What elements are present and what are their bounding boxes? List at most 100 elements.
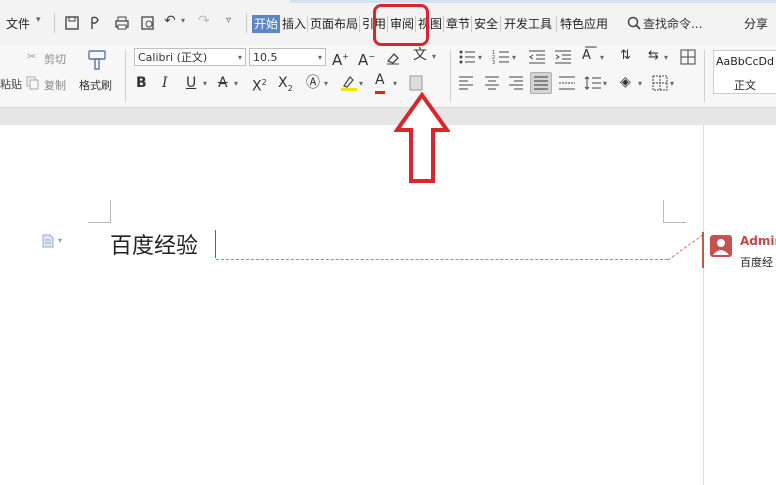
document-background xyxy=(0,108,776,125)
chevron-down-icon[interactable]: ▾ xyxy=(58,236,62,245)
print-icon[interactable] xyxy=(114,15,130,31)
change-case-icon[interactable]: A͞ xyxy=(582,46,591,66)
chevron-down-icon[interactable]: ▾ xyxy=(478,53,482,62)
font-color-icon[interactable]: A xyxy=(375,71,385,94)
tab-chapter[interactable]: 章节 xyxy=(446,15,470,33)
underline-button[interactable]: U xyxy=(186,73,196,93)
highlight-review-tab-box xyxy=(373,4,429,46)
character-border-icon[interactable] xyxy=(408,74,424,92)
menu-separator xyxy=(246,13,247,33)
italic-button[interactable]: I xyxy=(162,73,168,93)
save-icon[interactable] xyxy=(64,15,80,31)
text-cursor xyxy=(215,230,216,258)
copy-icon[interactable] xyxy=(26,76,40,90)
document-page[interactable] xyxy=(0,125,703,485)
format-painter-icon[interactable] xyxy=(86,48,108,72)
bold-button[interactable]: B xyxy=(136,73,147,93)
clear-format-icon[interactable] xyxy=(385,50,401,66)
decrease-indent-icon[interactable] xyxy=(528,49,546,65)
red-up-arrow-icon xyxy=(394,92,450,183)
chevron-down-icon[interactable]: ▾ xyxy=(324,79,328,88)
chevron-down-icon[interactable]: ▾ xyxy=(359,79,363,88)
line-spacing-icon[interactable] xyxy=(584,75,602,91)
format-painter-button[interactable]: 格式刷 xyxy=(79,77,112,93)
chevron-down-icon[interactable]: ▾ xyxy=(603,79,607,88)
comment-marker xyxy=(702,232,704,268)
paragraph-handle-icon[interactable] xyxy=(42,234,54,248)
phonetic-guide-icon[interactable]: 文 xyxy=(413,45,427,65)
align-right-icon[interactable] xyxy=(508,75,524,91)
numbered-list-icon[interactable]: 123 xyxy=(492,49,510,65)
tab-security[interactable]: 安全 xyxy=(474,15,498,33)
share-button[interactable]: 分享 xyxy=(744,15,768,32)
justify-icon[interactable] xyxy=(533,75,549,91)
comment-pane xyxy=(703,125,776,485)
comment-connector-line xyxy=(216,259,668,260)
chevron-down-icon[interactable]: ▾ xyxy=(600,53,604,62)
tab-separator xyxy=(443,16,444,32)
style-name: 正文 xyxy=(734,79,756,92)
align-center-icon[interactable] xyxy=(484,75,500,91)
chevron-down-icon: ▾ xyxy=(237,53,242,62)
chevron-down-icon[interactable]: ▾ xyxy=(432,52,436,61)
shrink-font-icon[interactable]: A− xyxy=(358,47,375,69)
table-grid-icon[interactable] xyxy=(680,49,696,65)
increase-indent-icon[interactable] xyxy=(554,49,572,65)
tab-separator xyxy=(359,16,360,32)
copy-button[interactable]: 复制 xyxy=(44,77,66,93)
bullet-list-icon[interactable] xyxy=(458,49,476,65)
print-preview-icon[interactable] xyxy=(140,15,156,31)
tab-home[interactable]: 开始 xyxy=(252,15,281,33)
undo-icon[interactable]: ↶ xyxy=(164,13,176,29)
file-menu[interactable]: 文件 xyxy=(6,15,30,32)
font-size-combo[interactable]: 10.5 ▾ xyxy=(249,48,326,66)
align-left-icon[interactable] xyxy=(458,75,474,91)
output-pdf-icon[interactable] xyxy=(88,15,104,31)
redo-icon[interactable]: ↷ xyxy=(198,13,210,29)
chevron-down-icon[interactable]: ▾ xyxy=(512,53,516,62)
tab-separator xyxy=(471,16,472,32)
chevron-down-icon[interactable]: ▾ xyxy=(670,79,674,88)
font-name-combo[interactable]: Calibri (正文) ▾ xyxy=(134,48,246,66)
strikethrough-icon[interactable]: A xyxy=(218,73,228,93)
text-effect-icon[interactable]: Ⓐ xyxy=(306,73,320,93)
chevron-down-icon[interactable]: ▾ xyxy=(234,79,238,88)
grow-font-icon[interactable]: A+ xyxy=(332,47,349,69)
svg-text:3: 3 xyxy=(492,60,495,65)
subscript-icon[interactable]: X2 xyxy=(278,73,293,93)
tab-separator xyxy=(556,16,557,32)
undo-chevron-icon[interactable]: ▾ xyxy=(181,16,185,25)
comment-text[interactable]: 百度经 xyxy=(740,254,773,270)
paste-button[interactable]: 粘贴 xyxy=(0,76,22,92)
paragraph-spacing-icon[interactable]: ⇆ xyxy=(648,46,659,66)
search-icon[interactable] xyxy=(627,16,641,30)
search-commands[interactable]: 查找命令... xyxy=(643,15,702,32)
chevron-down-icon[interactable]: ▾ xyxy=(393,79,397,88)
chevron-down-icon[interactable]: ▾ xyxy=(664,53,668,62)
superscript-icon[interactable]: X2 xyxy=(252,73,267,95)
file-menu-chevron-icon[interactable]: ▾ xyxy=(36,15,41,25)
highlight-color-icon[interactable] xyxy=(340,74,358,92)
customize-toolbar-icon[interactable]: ▿ xyxy=(226,15,231,26)
chevron-down-icon: ▾ xyxy=(317,53,322,62)
tab-page-layout[interactable]: 页面布局 xyxy=(310,15,358,33)
tab-insert[interactable]: 插入 xyxy=(282,15,306,33)
cut-icon[interactable]: ✂ xyxy=(27,50,36,63)
document-text[interactable]: 百度经验 xyxy=(110,228,198,260)
title-strip xyxy=(290,0,776,3)
font-name-value: Calibri (正文) xyxy=(138,51,208,64)
shading-icon[interactable]: ◈ xyxy=(620,72,631,92)
chevron-down-icon[interactable]: ▾ xyxy=(638,79,642,88)
tab-special-apps[interactable]: 特色应用 xyxy=(560,15,608,33)
chevron-down-icon[interactable]: ▾ xyxy=(203,79,207,88)
comment-author: Admin xyxy=(740,234,776,248)
tab-developer-tools[interactable]: 开发工具 xyxy=(504,15,552,33)
page-margin-corner xyxy=(663,200,686,223)
distribute-icon[interactable] xyxy=(558,75,576,91)
cut-button[interactable]: 剪切 xyxy=(44,51,66,67)
style-preview: AaBbCcDd xyxy=(716,55,774,68)
tab-separator xyxy=(500,16,501,32)
sort-icon[interactable]: ⇅ xyxy=(620,46,631,66)
page-margin-corner xyxy=(88,200,111,223)
borders-icon[interactable] xyxy=(652,75,668,91)
